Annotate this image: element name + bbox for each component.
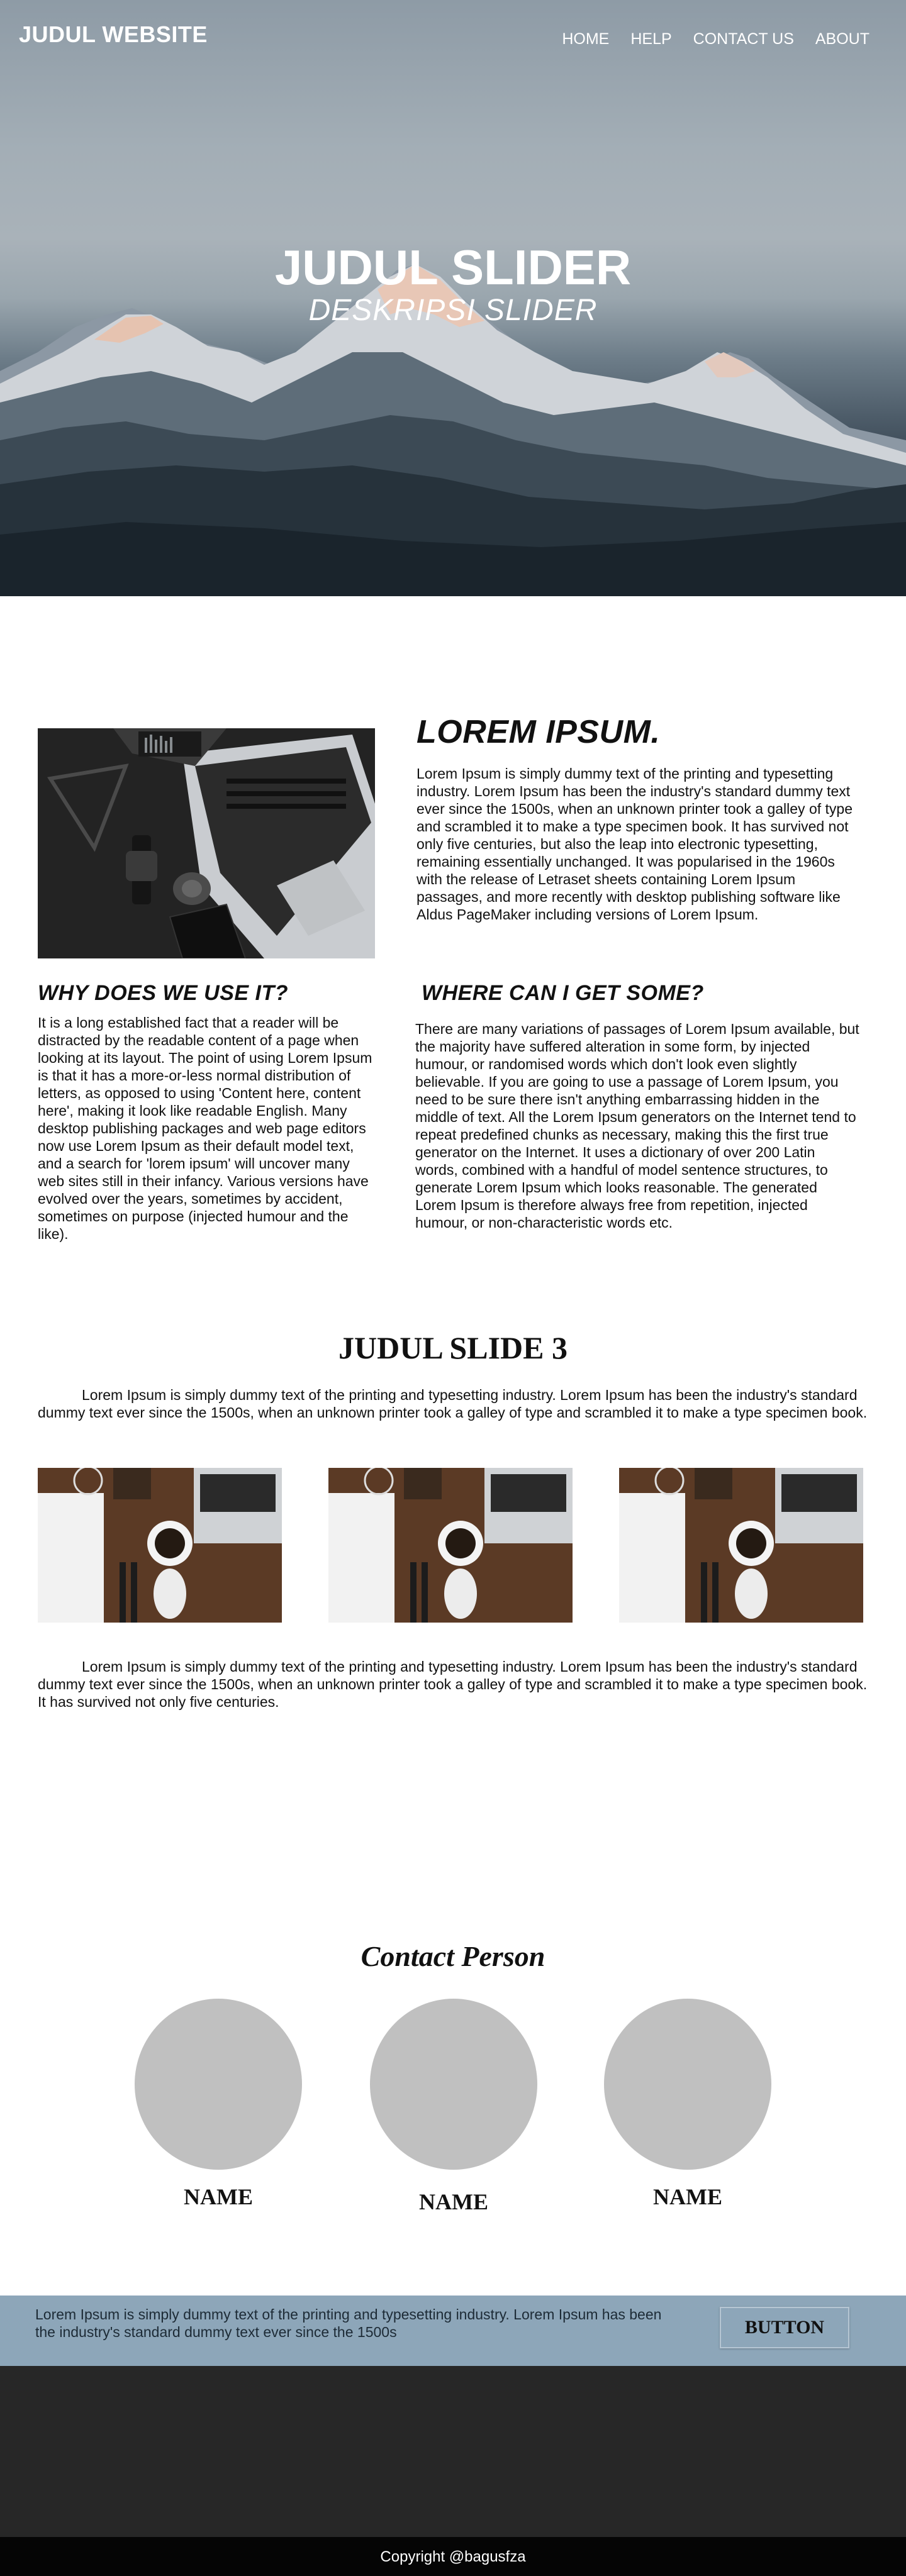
nav-about[interactable]: ABOUT bbox=[815, 30, 870, 48]
site-title[interactable]: JUDUL WEBSITE bbox=[19, 21, 208, 48]
contact-name-3: NAME bbox=[653, 2184, 722, 2209]
lorem-paragraph: Lorem Ipsum is simply dummy text of the … bbox=[417, 765, 853, 923]
laptop-photo bbox=[38, 728, 375, 958]
contact-name-2: NAME bbox=[419, 2189, 488, 2214]
lorem-title: LOREM IPSUM. bbox=[417, 714, 661, 750]
contact-avatar-3 bbox=[604, 1999, 771, 2170]
cta-bar: Lorem Ipsum is simply dummy text of the … bbox=[0, 2296, 906, 2366]
nav-contact-us[interactable]: CONTACT US bbox=[693, 30, 794, 48]
why-title: WHY DOES WE USE IT? bbox=[38, 981, 289, 1005]
nav-home[interactable]: HOME bbox=[562, 30, 609, 48]
main-nav: HOME HELP CONTACT US ABOUT bbox=[540, 30, 870, 48]
desk-photo-1 bbox=[38, 1468, 282, 1623]
slider-description: DESKRIPSI SLIDER bbox=[308, 294, 598, 327]
where-paragraph: There are many variations of passages of… bbox=[415, 1021, 859, 1231]
slide3-intro-text: Lorem Ipsum is simply dummy text of the … bbox=[38, 1387, 868, 1421]
slider-title: JUDUL SLIDER bbox=[274, 240, 632, 295]
contact-name-1: NAME bbox=[184, 2184, 253, 2209]
cta-text: Lorem Ipsum is simply dummy text of the … bbox=[35, 2306, 662, 2340]
contact-title: Contact Person bbox=[361, 1940, 545, 1972]
contact-avatar-2 bbox=[370, 1999, 537, 2170]
copyright-text: Copyright @bagusfza bbox=[380, 2548, 526, 2565]
footer-bar: Copyright @bagusfza bbox=[0, 2537, 906, 2576]
footer-dark-area bbox=[0, 2366, 906, 2537]
desk-photo-2 bbox=[328, 1468, 573, 1623]
slide3-title: JUDUL SLIDE 3 bbox=[338, 1330, 568, 1365]
slide3-bottom-text: Lorem Ipsum is simply dummy text of the … bbox=[38, 1658, 868, 1710]
why-paragraph: It is a long established fact that a rea… bbox=[38, 1014, 372, 1242]
hero-banner: JUDUL WEBSITE HOME HELP CONTACT US ABOUT… bbox=[0, 0, 906, 596]
desk-photo-3 bbox=[619, 1468, 863, 1623]
where-title: WHERE CAN I GET SOME? bbox=[422, 981, 704, 1005]
contact-avatar-1 bbox=[135, 1999, 302, 2170]
cta-button[interactable]: BUTTON bbox=[720, 2307, 849, 2348]
nav-help[interactable]: HELP bbox=[630, 30, 671, 48]
